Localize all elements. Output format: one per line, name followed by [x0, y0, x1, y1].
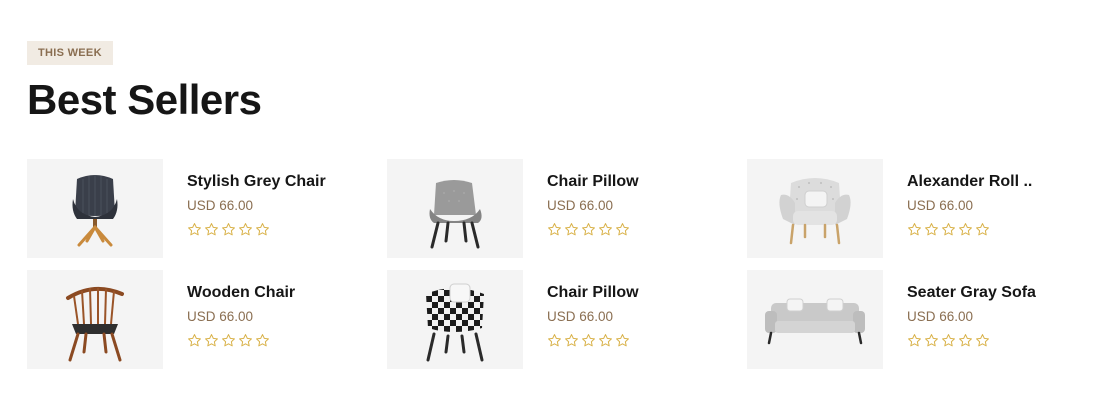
product-info: Seater Gray Sofa USD 66.00: [907, 283, 1087, 348]
grey-armchair-image: [429, 179, 482, 248]
star-icon: [256, 223, 269, 236]
star-icon: [222, 223, 235, 236]
rating-stars: [907, 222, 1087, 237]
product-image[interactable]: [27, 270, 163, 369]
star-icon: [256, 334, 269, 347]
star-icon: [925, 334, 938, 347]
product-card[interactable]: Chair Pillow USD 66.00: [387, 270, 717, 369]
star-icon: [599, 223, 612, 236]
product-info: Alexander Roll .. USD 66.00: [907, 172, 1087, 237]
star-icon: [959, 223, 972, 236]
star-icon: [942, 223, 955, 236]
rating-stars: [187, 333, 367, 348]
star-icon: [205, 334, 218, 347]
product-image[interactable]: [747, 270, 883, 369]
product-card[interactable]: Wooden Chair USD 66.00: [27, 270, 357, 369]
product-price: USD 66.00: [187, 309, 254, 324]
star-icon: [239, 223, 252, 236]
product-info: Chair Pillow USD 66.00: [547, 283, 727, 348]
product-price: USD 66.00: [547, 198, 614, 213]
product-price: USD 66.00: [907, 198, 974, 213]
star-icon: [908, 334, 921, 347]
rating-stars: [187, 222, 367, 237]
product-card[interactable]: Stylish Grey Chair USD 66.00: [27, 159, 357, 258]
product-name[interactable]: Chair Pillow: [547, 172, 727, 192]
section-eyebrow-badge: THIS WEEK: [27, 41, 113, 65]
grey-sofa-image: [765, 298, 865, 344]
product-price: USD 66.00: [187, 198, 254, 213]
star-icon: [582, 223, 595, 236]
product-name[interactable]: Stylish Grey Chair: [187, 172, 367, 192]
star-icon: [188, 334, 201, 347]
star-icon: [976, 223, 989, 236]
product-card[interactable]: Chair Pillow USD 66.00: [387, 159, 717, 258]
star-icon: [188, 223, 201, 236]
star-icon: [205, 223, 218, 236]
star-icon: [548, 334, 561, 347]
product-card[interactable]: Alexander Roll .. USD 66.00: [747, 159, 1077, 258]
product-image[interactable]: [387, 159, 523, 258]
star-icon: [599, 334, 612, 347]
product-image[interactable]: [747, 159, 883, 258]
star-icon: [908, 223, 921, 236]
rating-stars: [907, 333, 1087, 348]
product-price: USD 66.00: [907, 309, 974, 324]
star-icon: [565, 334, 578, 347]
product-image[interactable]: [27, 159, 163, 258]
product-info: Wooden Chair USD 66.00: [187, 283, 367, 348]
product-image[interactable]: [387, 270, 523, 369]
product-name[interactable]: Wooden Chair: [187, 283, 367, 303]
star-icon: [565, 223, 578, 236]
product-price: USD 66.00: [547, 309, 614, 324]
rating-stars: [547, 222, 727, 237]
star-icon: [925, 223, 938, 236]
product-info: Chair Pillow USD 66.00: [547, 172, 727, 237]
product-info: Stylish Grey Chair USD 66.00: [187, 172, 367, 237]
section-title: Best Sellers: [27, 76, 262, 123]
star-icon: [582, 334, 595, 347]
wooden-spindle-chair-image: [66, 286, 124, 361]
star-icon: [942, 334, 955, 347]
star-icon: [222, 334, 235, 347]
tufted-armchair-image: [779, 177, 851, 244]
dark-swivel-chair-image: [72, 174, 118, 246]
star-icon: [616, 334, 629, 347]
product-card[interactable]: Seater Gray Sofa USD 66.00: [747, 270, 1077, 369]
product-name[interactable]: Alexander Roll ..: [907, 172, 1087, 192]
star-icon: [239, 334, 252, 347]
star-icon: [616, 223, 629, 236]
rating-stars: [547, 333, 727, 348]
product-name[interactable]: Chair Pillow: [547, 283, 727, 303]
star-icon: [959, 334, 972, 347]
checkered-chair-image: [426, 283, 484, 361]
product-name[interactable]: Seater Gray Sofa: [907, 283, 1087, 303]
best-sellers-header: THIS WEEK Best Sellers: [27, 41, 1067, 123]
star-icon: [548, 223, 561, 236]
star-icon: [976, 334, 989, 347]
